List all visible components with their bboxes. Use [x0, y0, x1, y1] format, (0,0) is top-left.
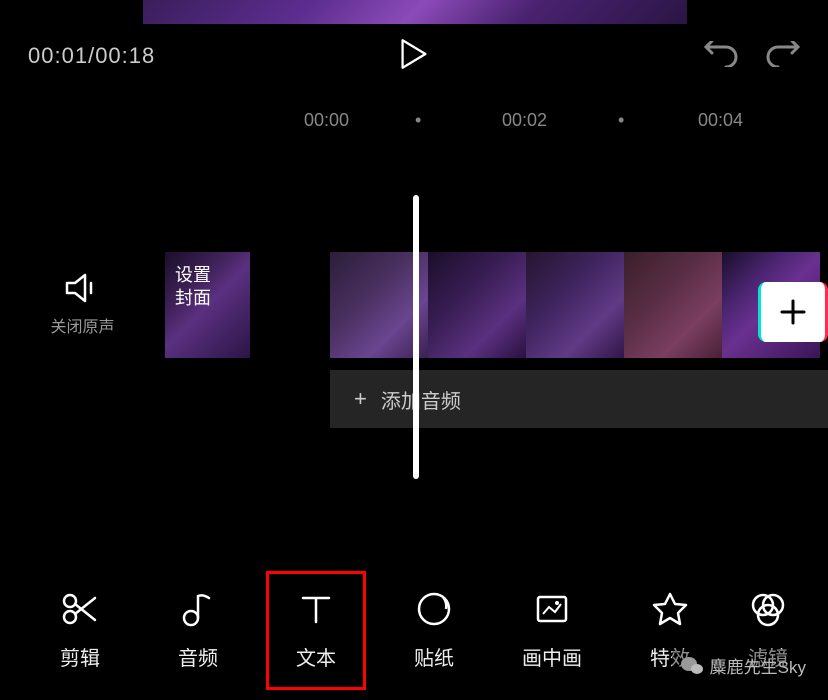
total-time: 00:18 — [95, 43, 155, 68]
playhead[interactable] — [413, 195, 419, 479]
ruler-tick: 00:02 — [502, 110, 547, 131]
current-time: 00:01 — [28, 43, 88, 68]
mute-section[interactable]: 关闭原声 — [0, 273, 165, 337]
star-icon — [651, 590, 689, 628]
ruler-dot: • — [618, 110, 624, 131]
tool-label: 剪辑 — [60, 642, 100, 671]
music-note-icon — [179, 590, 217, 628]
playback-controls: 00:01/00:18 — [0, 36, 828, 76]
undo-button[interactable] — [704, 41, 738, 72]
play-icon — [400, 38, 428, 70]
speaker-icon — [65, 273, 101, 303]
watermark-text: 麋鹿先生Sky — [710, 653, 806, 678]
watermark: 麋鹿先生Sky — [672, 649, 814, 682]
cover-label: 设置 封面 — [175, 264, 211, 311]
ruler-tick: 00:00 — [304, 110, 349, 131]
ruler-tick: 00:04 — [698, 110, 743, 131]
time-display: 00:01/00:18 — [28, 43, 155, 69]
sticker-icon — [415, 590, 453, 628]
undo-icon — [704, 41, 738, 67]
timeline-ruler[interactable]: 00:00 • 00:02 • 00:04 — [0, 108, 828, 132]
plus-icon: + — [354, 386, 367, 412]
wechat-icon — [680, 656, 704, 676]
video-clip[interactable] — [624, 252, 722, 358]
ruler-dot: • — [415, 110, 421, 131]
tool-edit[interactable]: 剪辑 — [30, 574, 130, 687]
add-clip-button[interactable] — [758, 282, 828, 342]
play-button[interactable] — [400, 38, 428, 75]
mute-label: 关闭原声 — [50, 313, 114, 337]
text-icon — [297, 590, 335, 628]
tool-pip[interactable]: 画中画 — [502, 574, 602, 687]
plus-icon — [778, 297, 808, 327]
video-clip[interactable] — [526, 252, 624, 358]
add-audio-track[interactable]: + 添加音频 — [330, 370, 828, 428]
filter-icon — [749, 590, 787, 628]
tool-label: 贴纸 — [414, 642, 454, 671]
tool-text[interactable]: 文本 — [266, 571, 366, 690]
add-audio-label: 添加音频 — [381, 385, 461, 414]
scissors-icon — [61, 590, 99, 628]
tool-audio[interactable]: 音频 — [148, 574, 248, 687]
redo-icon — [766, 41, 800, 67]
clips-row[interactable] — [330, 252, 828, 358]
video-preview-strip — [143, 0, 687, 24]
video-clip[interactable] — [428, 252, 526, 358]
tool-label: 文本 — [296, 642, 336, 671]
tool-sticker[interactable]: 贴纸 — [384, 574, 484, 687]
tool-label: 画中画 — [522, 642, 582, 671]
redo-button[interactable] — [766, 41, 800, 72]
tool-label: 音频 — [178, 642, 218, 671]
cover-thumbnail[interactable]: 设置 封面 — [165, 252, 250, 358]
picture-in-picture-icon — [533, 590, 571, 628]
